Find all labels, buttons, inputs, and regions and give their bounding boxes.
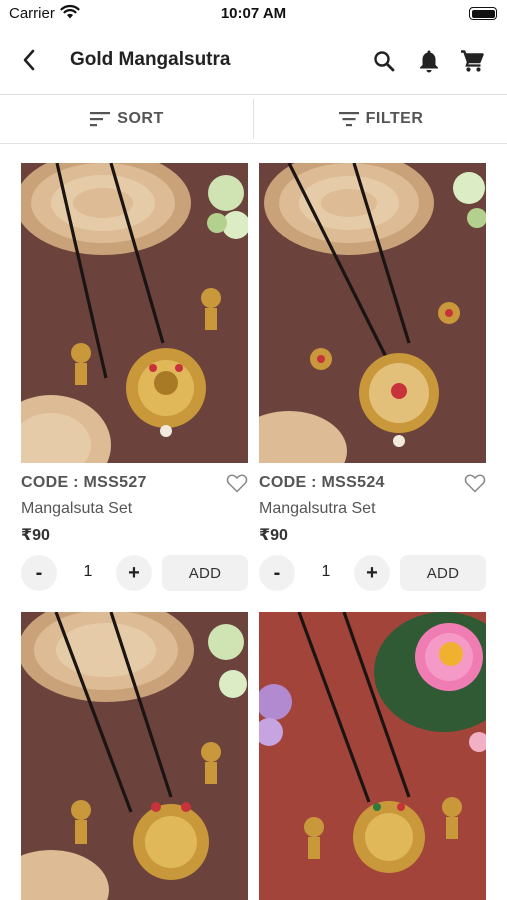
back-button[interactable] [14,45,44,75]
cart-button[interactable] [458,47,486,75]
add-button[interactable]: ADD [400,555,486,591]
bell-icon [420,50,438,73]
product-code: CODE : MSS527 [21,474,147,491]
sort-button[interactable]: SORT [0,95,253,143]
status-time: 10:07 AM [220,5,287,22]
back-arrow-icon [23,49,35,71]
sort-filter-bar: SORT FILTER [0,94,507,144]
heart-icon[interactable] [226,473,248,493]
sort-label: SORT [117,110,164,127]
decrease-button[interactable]: - [259,555,295,591]
quantity-stepper: - 1 + ADD [21,555,248,591]
product-card[interactable] [21,612,248,900]
sort-icon [90,112,111,127]
filter-icon [338,112,359,127]
cart-icon [461,50,484,72]
battery-icon [469,7,497,20]
quantity-value: 1 [83,563,93,580]
product-code: CODE : MSS524 [259,474,385,491]
product-card[interactable] [259,612,486,900]
increase-button[interactable]: + [354,555,390,591]
decrease-button[interactable]: - [21,555,57,591]
product-name: Mangalsutra Set [259,500,376,517]
app-header: Gold Mangalsutra [0,28,507,94]
heart-icon[interactable] [464,473,486,493]
product-card[interactable]: CODE : MSS524 Mangalsutra Set ₹90 - 1 + … [259,163,486,591]
status-bar: Carrier 10:07 AM [0,0,507,28]
product-image[interactable] [21,163,248,463]
increase-button[interactable]: + [116,555,152,591]
search-icon [374,51,395,72]
product-image[interactable] [21,612,248,900]
quantity-stepper: - 1 + ADD [259,555,486,591]
filter-button[interactable]: FILTER [254,95,507,143]
quantity-value: 1 [321,563,331,580]
product-image[interactable] [259,163,486,463]
product-price: ₹90 [21,527,50,544]
product-name: Mangalsuta Set [21,500,133,517]
search-button[interactable] [370,47,398,75]
filter-label: FILTER [365,110,424,127]
product-image[interactable] [259,612,486,900]
product-price: ₹90 [259,527,288,544]
page-title: Gold Mangalsutra [70,49,231,70]
notifications-button[interactable] [415,47,443,75]
product-card[interactable]: CODE : MSS527 Mangalsuta Set ₹90 - 1 + A… [21,163,248,591]
add-button[interactable]: ADD [162,555,248,591]
